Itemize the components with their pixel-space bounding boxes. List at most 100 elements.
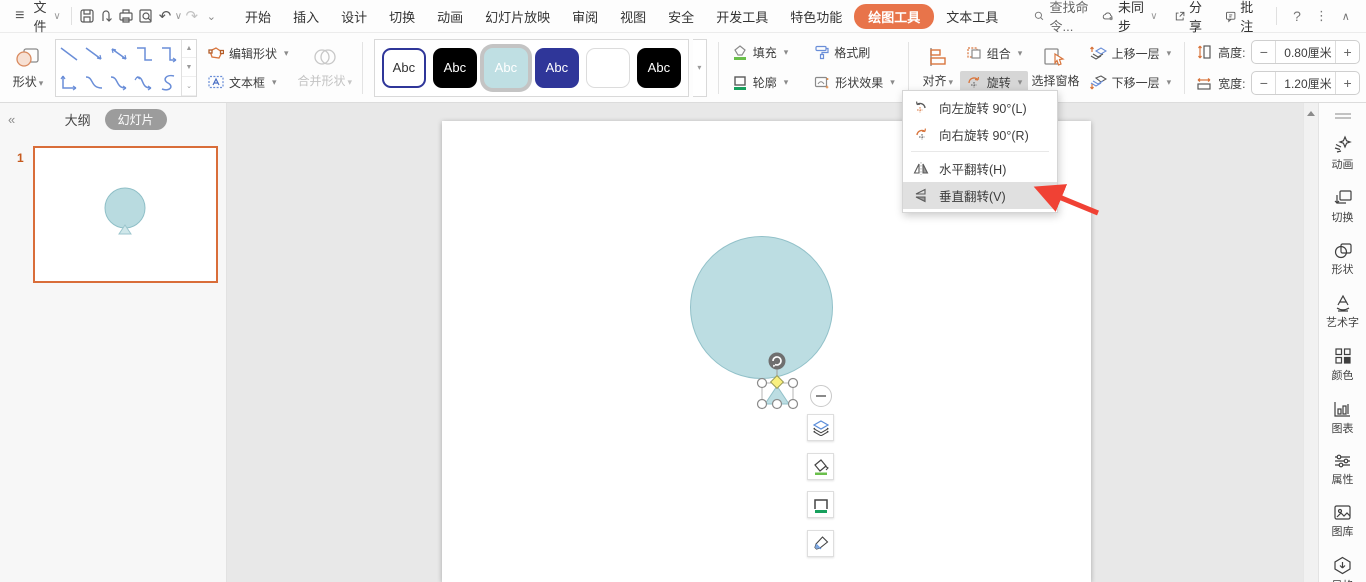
tab-view[interactable]: 视图 xyxy=(610,3,656,30)
sidebar-item-wordart[interactable]: 艺术字 xyxy=(1326,294,1359,330)
edit-shape-button[interactable]: 编辑形状▾ xyxy=(202,42,295,65)
format-painter-button[interactable]: 格式刷 xyxy=(808,41,901,64)
shape-diagonal-arrow[interactable] xyxy=(81,40,106,68)
height-decrease-button[interactable]: − xyxy=(1252,44,1275,60)
sidebar-item-gallery[interactable]: 图库 xyxy=(1332,504,1354,539)
collapse-ribbon-button[interactable]: ∧ xyxy=(1336,5,1356,27)
tab-design[interactable]: 设计 xyxy=(331,3,377,30)
group-button[interactable]: 组合▾ xyxy=(960,42,1029,65)
shape-freeform-s-curve[interactable] xyxy=(156,68,181,96)
width-increase-button[interactable]: + xyxy=(1336,75,1359,91)
shape-diagonal-double-arrow[interactable] xyxy=(106,40,131,68)
gallery-scroll-up-icon[interactable]: ▲ xyxy=(182,40,196,59)
undo-dropdown-icon[interactable]: ∨ xyxy=(175,11,182,22)
merge-shapes-button[interactable]: 合并形状▾ xyxy=(295,44,355,91)
find-command-search[interactable]: 查找命令... xyxy=(1034,0,1095,35)
tab-transition[interactable]: 切换 xyxy=(379,3,425,30)
fill-button[interactable]: 填充▾ xyxy=(726,41,795,64)
collapse-quick-tools-button[interactable] xyxy=(810,385,832,407)
quick-outline-button[interactable] xyxy=(807,491,834,518)
height-value[interactable]: 0.80厘米 xyxy=(1275,41,1336,63)
shape-elbow-connector[interactable] xyxy=(131,40,156,68)
tab-animation[interactable]: 动画 xyxy=(427,3,473,30)
quick-style-button[interactable] xyxy=(807,530,834,557)
sidebar-item-shape[interactable]: 形状 xyxy=(1332,242,1354,277)
width-decrease-button[interactable]: − xyxy=(1252,75,1275,91)
height-increase-button[interactable]: + xyxy=(1336,44,1359,60)
shape-curved-arrow-connector[interactable] xyxy=(106,68,131,96)
style-swatch-black[interactable]: Abc xyxy=(433,48,477,88)
adjust-handle[interactable] xyxy=(771,376,784,389)
align-button[interactable]: 对齐▾ xyxy=(916,44,960,91)
print-preview-icon[interactable] xyxy=(136,5,155,27)
export-icon[interactable] xyxy=(97,5,116,27)
shape-effects-button[interactable]: 形状效果▾ xyxy=(808,71,901,94)
outline-button[interactable]: 轮廓▾ xyxy=(726,71,795,94)
selected-triangle-shape[interactable] xyxy=(740,350,850,420)
help-button[interactable]: ? xyxy=(1287,5,1307,27)
menu-item-rotate-right-90[interactable]: 向右旋转 90°(R) xyxy=(903,121,1057,148)
tab-review[interactable]: 审阅 xyxy=(562,3,608,30)
style-swatch-indigo[interactable]: Abc xyxy=(535,48,579,88)
shape-diagonal-line[interactable] xyxy=(56,40,81,68)
print-icon[interactable] xyxy=(116,5,135,27)
tab-slideshow[interactable]: 幻灯片放映 xyxy=(475,3,560,30)
save-icon[interactable] xyxy=(77,5,96,27)
selection-pane-button[interactable]: 选择窗格 xyxy=(1028,44,1082,91)
tab-slides[interactable]: 幻灯片 xyxy=(105,109,167,130)
sidebar-item-chart[interactable]: 图表 xyxy=(1332,400,1354,436)
insert-shape-button[interactable]: 形状▾ xyxy=(6,43,50,92)
quick-layer-button[interactable] xyxy=(807,414,834,441)
vertical-scrollbar[interactable] xyxy=(1303,103,1318,582)
sidebar-item-color[interactable]: 颜色 xyxy=(1332,347,1354,383)
send-backward-button[interactable]: 下移一层▾ xyxy=(1083,71,1178,94)
style-swatch-outline[interactable]: Abc xyxy=(382,48,426,88)
bring-forward-button[interactable]: 上移一层▾ xyxy=(1083,42,1178,65)
shape-elbow-arrow-connector[interactable] xyxy=(156,40,181,68)
width-value[interactable]: 1.20厘米 xyxy=(1275,72,1336,94)
shape-curve-connector[interactable] xyxy=(81,68,106,96)
scroll-up-icon[interactable] xyxy=(1307,111,1315,116)
slide-thumbnail[interactable] xyxy=(33,146,218,283)
sidebar-item-style[interactable]: 风格 xyxy=(1332,556,1354,582)
tab-home[interactable]: 开始 xyxy=(235,3,281,30)
sidebar-item-properties[interactable]: 属性 xyxy=(1332,453,1354,487)
sidebar-label: 动画 xyxy=(1332,156,1354,172)
tab-drawing-tools[interactable]: 绘图工具 xyxy=(854,4,934,29)
tab-devtools[interactable]: 开发工具 xyxy=(706,3,778,30)
textbox-button[interactable]: 文本框▾ xyxy=(202,71,295,94)
redo-icon[interactable]: ↷ xyxy=(182,5,201,27)
tab-security[interactable]: 安全 xyxy=(658,3,704,30)
tab-insert[interactable]: 插入 xyxy=(283,3,329,30)
tab-text-tools[interactable]: 文本工具 xyxy=(936,3,1008,30)
sidebar-item-transition[interactable]: 切换 xyxy=(1332,189,1354,225)
chevron-down-icon: ∨ xyxy=(53,11,60,22)
style-swatch-white[interactable]: Abc xyxy=(586,48,630,88)
flip-vertical-icon xyxy=(913,188,929,203)
rotate-handle[interactable] xyxy=(769,353,786,370)
more-options-button[interactable]: ⋮ xyxy=(1311,5,1331,27)
sidebar-item-animation[interactable]: 动画 xyxy=(1332,135,1354,172)
quickbar-more-icon[interactable]: ⌄ xyxy=(202,5,221,27)
style-gallery-more-icon[interactable]: ▾ xyxy=(693,39,707,97)
shape-elbow-double-arrow-connector[interactable] xyxy=(56,68,81,96)
editing-canvas[interactable] xyxy=(227,103,1303,582)
gallery-more-icon[interactable]: ⌄ xyxy=(182,77,196,96)
undo-icon[interactable]: ↶ xyxy=(155,5,174,27)
sync-status-button[interactable]: 未同步 ∨ xyxy=(1096,0,1164,35)
shape-curved-double-arrow-connector[interactable] xyxy=(131,68,156,96)
quick-fill-button[interactable] xyxy=(807,453,834,480)
menu-item-flip-vertical[interactable]: 垂直翻转(V) xyxy=(903,182,1057,209)
share-button[interactable]: 分享 xyxy=(1168,0,1215,35)
tab-outline[interactable]: 大纲 xyxy=(65,110,91,129)
file-menu-button[interactable]: 文件 ∨ xyxy=(29,0,64,35)
comment-button[interactable]: 批注 xyxy=(1219,0,1266,35)
style-swatch-black-2[interactable]: Abc xyxy=(637,48,681,88)
gallery-scroll-down-icon[interactable]: ▼ xyxy=(182,58,196,77)
sidebar-drag-handle[interactable] xyxy=(1335,111,1351,121)
menu-item-rotate-left-90[interactable]: 向左旋转 90°(L) xyxy=(903,94,1057,121)
tab-special-features[interactable]: 特色功能 xyxy=(780,3,852,30)
menu-item-flip-horizontal[interactable]: 水平翻转(H) xyxy=(903,155,1057,182)
hamburger-menu-icon[interactable]: ≡ xyxy=(10,5,29,27)
style-swatch-teal-selected[interactable]: Abc xyxy=(484,48,528,88)
